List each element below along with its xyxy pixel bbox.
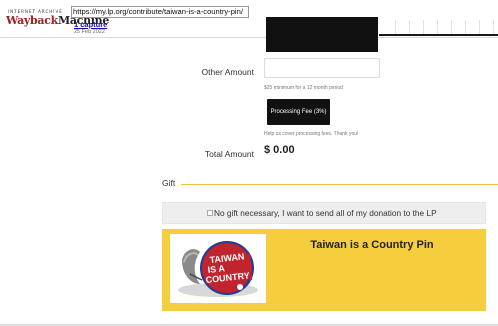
capture-date: 25 Feb 2022 (74, 29, 105, 35)
processing-fee-note: Help us cover processing fees. Thank you… (264, 131, 359, 137)
pin-image[interactable]: TAIWAN IS A COUNTRY (170, 234, 266, 303)
gift-card-taiwan-pin[interactable]: TAIWAN IS A COUNTRY Taiwan is a Country … (162, 229, 486, 311)
minimum-note: $25 minimum for a 12 month period (264, 85, 343, 91)
donation-form: Other Amount $25 minimum for a 12 month … (0, 38, 498, 326)
page-content: Other Amount $25 minimum for a 12 month … (0, 38, 498, 326)
gift-divider (181, 184, 498, 185)
taiwan-pin-illustration: TAIWAN IS A COUNTRY (178, 241, 258, 297)
captures-link[interactable]: 1 capture (74, 20, 107, 29)
total-amount-label: Total Amount (204, 149, 254, 159)
other-amount-label: Other Amount (201, 67, 254, 77)
no-gift-checkbox[interactable] (207, 210, 213, 216)
donate-button-partial[interactable] (266, 38, 378, 52)
no-gift-option[interactable]: No gift necessary, I want to send all of… (162, 202, 486, 224)
wayback-toolbar: INTERNET ARCHIVE WaybackMachine https://… (0, 0, 498, 38)
wayback-url-input[interactable]: https://my.lp.org/contribute/taiwan-is-a… (71, 6, 249, 18)
processing-fee-button[interactable]: Processing Fee (3%) (267, 99, 330, 125)
gift-card-title[interactable]: Taiwan is a Country Pin (282, 239, 462, 251)
gift-section-label: Gift (162, 178, 176, 188)
no-gift-label[interactable]: No gift necessary, I want to send all of… (214, 208, 437, 218)
other-amount-input[interactable] (264, 58, 380, 78)
partial-donate-button[interactable] (266, 17, 378, 38)
timeline-rule (379, 34, 498, 36)
wayback-logo-part1: Wayback (6, 14, 58, 27)
wayback-logo[interactable]: WaybackMachine (6, 14, 109, 27)
total-amount-value: $ 0.00 (264, 144, 295, 156)
